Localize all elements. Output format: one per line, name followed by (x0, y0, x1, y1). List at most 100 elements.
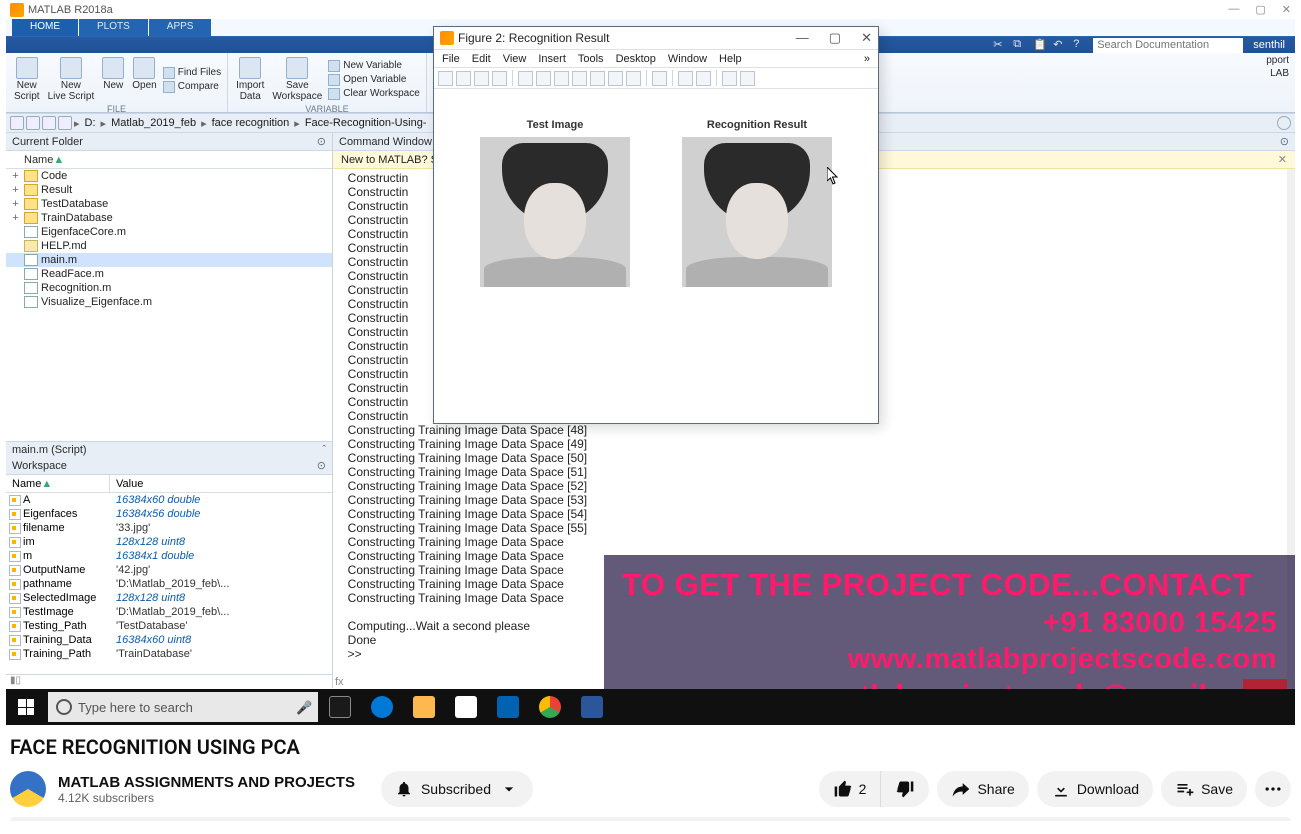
more-actions-button[interactable] (1255, 771, 1291, 807)
ws-row[interactable]: pathname'D:\Matlab_2019_feb\... (6, 577, 332, 591)
channel-avatar[interactable] (10, 771, 46, 807)
fig-zoomin-icon[interactable] (536, 71, 551, 86)
fig-save-icon[interactable] (474, 71, 489, 86)
fig-legend-icon[interactable] (696, 71, 711, 86)
window-close-button[interactable]: ✕ (1282, 3, 1291, 16)
ws-row[interactable]: Training_Data16384x60 uint8 (6, 633, 332, 647)
crumb-1[interactable]: Matlab_2019_feb (108, 117, 199, 129)
new-live-script-button[interactable]: New Live Script (46, 55, 97, 104)
new-variable-button[interactable]: New Variable (328, 60, 420, 72)
figure-maximize-button[interactable]: ▢ (829, 30, 841, 46)
fig-zoomout-icon[interactable] (554, 71, 569, 86)
find-files-button[interactable]: Find Files (163, 67, 221, 79)
figure-menu-desktop[interactable]: Desktop (616, 53, 656, 65)
windows-taskbar[interactable]: Type here to search 🎤 (6, 689, 1295, 725)
ws-row[interactable]: Training_Path'TrainDatabase' (6, 647, 332, 661)
fig-link-icon[interactable] (652, 71, 667, 86)
taskbar-search[interactable]: Type here to search 🎤 (48, 692, 318, 722)
save-button[interactable]: Save (1161, 771, 1247, 807)
figure-minimize-button[interactable]: — (796, 30, 809, 46)
download-button[interactable]: Download (1037, 771, 1153, 807)
qa-cut-icon[interactable]: ✂ (993, 38, 1007, 52)
panel-dropdown-icon[interactable]: ⊙ (1280, 135, 1289, 148)
figure-titlebar[interactable]: Figure 2: Recognition Result — ▢ ✕ (434, 27, 878, 49)
current-folder-header[interactable]: Current Folder ⊙ (6, 133, 332, 151)
figure-menu-overflow-icon[interactable]: » (864, 53, 870, 65)
cf-item[interactable]: main.m (6, 253, 332, 267)
new-script-button[interactable]: New Script (12, 55, 42, 104)
nav-up-icon[interactable] (42, 116, 56, 130)
cf-item[interactable]: HELP.md (6, 239, 332, 253)
microphone-icon[interactable]: 🎤 (296, 700, 310, 714)
fig-datatip-icon[interactable] (608, 71, 623, 86)
workspace-header[interactable]: Workspace ⊙ (6, 457, 332, 475)
tab-apps[interactable]: APPS (149, 19, 212, 36)
cf-item[interactable]: +TestDatabase (6, 197, 332, 211)
fig-new-icon[interactable] (438, 71, 453, 86)
ws-row[interactable]: im128x128 uint8 (6, 535, 332, 549)
open-button[interactable]: Open (130, 55, 158, 104)
share-button[interactable]: Share (937, 771, 1028, 807)
cf-item[interactable]: +TrainDatabase (6, 211, 332, 225)
fig-colorbar-icon[interactable] (678, 71, 693, 86)
channel-name[interactable]: MATLAB ASSIGNMENTS AND PROJECTS (58, 774, 355, 791)
nav-fwd-icon[interactable] (26, 116, 40, 130)
panel-dropdown-icon[interactable]: ⊙ (317, 459, 326, 472)
panel-dropdown-icon[interactable]: ⊙ (317, 135, 326, 148)
new-button[interactable]: New (100, 55, 126, 104)
fig-pointer-icon[interactable] (518, 71, 533, 86)
fig-open-icon[interactable] (456, 71, 471, 86)
compare-button[interactable]: Compare (163, 81, 221, 93)
figure-close-button[interactable]: ✕ (861, 30, 872, 46)
ws-row[interactable]: Eigenfaces16384x56 double (6, 507, 332, 521)
fig-rotate-icon[interactable] (590, 71, 605, 86)
window-maximize-button[interactable]: ▢ (1255, 3, 1265, 16)
tab-plots[interactable]: PLOTS (79, 19, 148, 36)
workspace-slider[interactable]: ▮▯ (6, 674, 332, 688)
fig-print-icon[interactable] (492, 71, 507, 86)
current-folder-list[interactable]: +Code+Result+TestDatabase+TrainDatabaseE… (6, 169, 332, 441)
crumb-2[interactable]: face recognition (209, 117, 293, 129)
word-app-icon[interactable] (572, 689, 612, 725)
edge-app-icon[interactable] (362, 689, 402, 725)
cf-item[interactable]: Visualize_Eigenface.m (6, 295, 332, 309)
details-expand-icon[interactable]: ˆ (322, 444, 326, 456)
qa-paste-icon[interactable]: 📋 (1033, 38, 1047, 52)
figure-menu-tools[interactable]: Tools (578, 53, 604, 65)
ws-row[interactable]: filename'33.jpg' (6, 521, 332, 535)
ws-row[interactable]: OutputName'42.jpg' (6, 563, 332, 577)
open-variable-button[interactable]: Open Variable (328, 74, 420, 86)
store-app-icon[interactable] (446, 689, 486, 725)
figure-window[interactable]: Figure 2: Recognition Result — ▢ ✕ File E… (433, 26, 879, 424)
window-minimize-button[interactable]: — (1228, 3, 1239, 16)
address-search-icon[interactable] (1277, 116, 1291, 130)
crumb-drive[interactable]: D: (82, 117, 99, 129)
fig-brush-icon[interactable] (626, 71, 641, 86)
import-data-button[interactable]: Import Data (234, 55, 266, 104)
cf-item[interactable]: Recognition.m (6, 281, 332, 295)
cf-column-header[interactable]: Name ▲ (6, 151, 332, 169)
ws-row[interactable]: SelectedImage128x128 uint8 (6, 591, 332, 605)
explorer-app-icon[interactable] (404, 689, 444, 725)
figure-menu-edit[interactable]: Edit (472, 53, 491, 65)
like-button[interactable]: 2 (819, 771, 882, 807)
mail-app-icon[interactable] (488, 689, 528, 725)
qa-help-icon[interactable]: ? (1073, 38, 1087, 52)
start-button[interactable] (6, 689, 46, 725)
ws-row[interactable]: A16384x60 double (6, 493, 332, 507)
qa-undo-icon[interactable]: ↶ (1053, 38, 1067, 52)
crumb-3[interactable]: Face-Recognition-Using- (302, 117, 430, 129)
figure-menu-insert[interactable]: Insert (538, 53, 566, 65)
qa-copy-icon[interactable]: ⧉ (1013, 38, 1027, 52)
figure-menu-file[interactable]: File (442, 53, 460, 65)
fig-dock-icon[interactable] (740, 71, 755, 86)
banner-close-icon[interactable]: ✕ (1278, 153, 1287, 166)
ws-row[interactable]: Testing_Path'TestDatabase' (6, 619, 332, 633)
cf-item[interactable]: ReadFace.m (6, 267, 332, 281)
workspace-list[interactable]: A16384x60 doubleEigenfaces16384x56 doubl… (6, 493, 332, 674)
fig-hide-icon[interactable] (722, 71, 737, 86)
dislike-button[interactable] (881, 771, 929, 807)
save-workspace-button[interactable]: Save Workspace (270, 55, 324, 104)
tab-home[interactable]: HOME (12, 19, 78, 36)
cf-item[interactable]: +Code (6, 169, 332, 183)
